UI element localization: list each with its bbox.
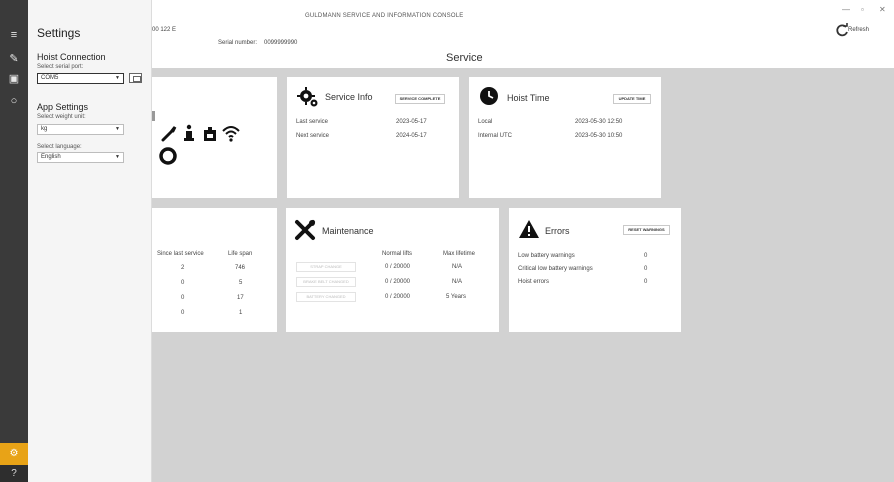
counter-life-3: 17 — [237, 295, 244, 301]
maintenance-lifts-3: 0 / 20000 — [385, 294, 411, 300]
info-icon[interactable] — [181, 124, 197, 142]
counter-life-4: 1 — [239, 310, 243, 316]
utc-time-value: 2023-05-30 10:50 — [575, 133, 623, 139]
minimize-button[interactable]: — — [842, 5, 850, 14]
counter-since-1: 2 — [181, 265, 185, 271]
refresh-icon[interactable] — [835, 23, 849, 37]
serial-port-label: Select serial port: — [37, 64, 84, 70]
clock-icon — [480, 87, 498, 105]
serial-number-value: 0099999990 — [264, 40, 298, 46]
hoist-tools-card — [152, 77, 277, 198]
nav-rail: ≡ ✎ ▣ ○ ⚙ ? — [0, 0, 28, 482]
battery-changed-button[interactable]: BATTERY CHANGED — [296, 292, 356, 302]
local-time-value: 2023-05-30 12:50 — [575, 119, 623, 125]
last-service-label: Last service — [296, 119, 329, 125]
wrench-icon[interactable] — [160, 124, 178, 142]
since-last-service-header: Since last service — [157, 251, 204, 257]
ring-icon[interactable] — [159, 147, 177, 165]
hamburger-icon[interactable]: ≡ — [0, 24, 28, 46]
counter-life-2: 5 — [239, 280, 243, 286]
maintenance-card: Maintenance Normal lifts Max lifetime ST… — [286, 208, 499, 332]
help-icon[interactable]: ? — [0, 465, 28, 482]
settings-gear-icon[interactable]: ⚙ — [0, 443, 28, 465]
language-label: Select language: — [37, 144, 82, 150]
service-info-title: Service Info — [325, 92, 373, 102]
reset-warnings-button[interactable]: RESET WARNINGS — [623, 225, 670, 235]
settings-panel: Settings Hoist Connection Select serial … — [28, 0, 152, 482]
serial-number-label: Serial number: — [218, 40, 258, 46]
life-span-header: Life span — [228, 251, 253, 257]
weight-unit-label: Select weight unit: — [37, 114, 86, 120]
normal-lifts-header: Normal lifts — [382, 251, 413, 257]
counter-since-4: 0 — [181, 310, 185, 316]
gears-icon — [297, 87, 318, 107]
window-title: GULDMANN SERVICE AND INFORMATION CONSOLE — [305, 13, 464, 19]
lift-counters-card: Since last service Life span 2 746 0 5 0… — [152, 208, 277, 332]
weight-unit-value: kg — [41, 126, 48, 132]
content-area: Service Info SERVICE COMPLETE Last servi… — [152, 68, 894, 482]
strap-change-button[interactable]: STRAP CHANGE — [296, 262, 356, 272]
counter-life-1: 746 — [235, 265, 246, 271]
tools-icon — [295, 220, 315, 240]
maximize-button[interactable]: ▫ — [861, 5, 864, 14]
low-battery-value: 0 — [644, 253, 648, 259]
counter-since-2: 0 — [181, 280, 185, 286]
circle-icon[interactable]: ○ — [0, 90, 28, 112]
chevron-down-icon: ▼ — [115, 75, 120, 81]
battery-hand-icon[interactable] — [201, 124, 219, 142]
local-time-label: Local — [478, 119, 493, 125]
maintenance-lifts-2: 0 / 20000 — [385, 279, 411, 285]
critical-battery-label: Critical low battery warnings — [518, 266, 593, 272]
errors-title: Errors — [545, 226, 570, 236]
wifi-icon[interactable] — [221, 124, 241, 142]
hoist-time-title: Hoist Time — [507, 93, 550, 103]
next-service-label: Next service — [296, 133, 330, 139]
chevron-down-icon: ▼ — [115, 126, 120, 132]
weight-unit-select[interactable]: kg ▼ — [37, 124, 124, 135]
errors-card: Errors RESET WARNINGS Low battery warnin… — [509, 208, 681, 332]
close-button[interactable]: ✕ — [879, 5, 886, 14]
language-select[interactable]: English ▼ — [37, 152, 124, 163]
page-title: Service — [446, 52, 483, 64]
hoist-errors-value: 0 — [644, 279, 648, 285]
pencil-icon[interactable]: ✎ — [0, 48, 28, 70]
language-value: English — [41, 154, 61, 160]
last-service-value: 2023-05-17 — [396, 119, 427, 125]
screen-icon[interactable]: ▣ — [0, 68, 28, 90]
refresh-button[interactable]: Refresh — [848, 27, 869, 33]
service-info-card: Service Info SERVICE COMPLETE Last servi… — [287, 77, 459, 198]
port-info-button[interactable] — [129, 73, 142, 83]
serial-port-value: COM5 — [41, 75, 59, 81]
max-lifetime-header: Max lifetime — [443, 251, 476, 257]
maintenance-max-3: 5 Years — [446, 294, 467, 300]
maintenance-max-2: N/A — [452, 279, 463, 285]
hoist-errors-label: Hoist errors — [518, 279, 550, 285]
next-service-value: 2024-05-17 — [396, 133, 427, 139]
warning-icon — [519, 220, 539, 238]
app-settings-heading: App Settings — [37, 102, 89, 112]
serial-port-select[interactable]: COM5 ▼ — [37, 73, 124, 84]
maintenance-max-1: N/A — [452, 264, 463, 270]
chevron-down-icon: ▼ — [115, 154, 120, 160]
settings-title: Settings — [37, 26, 81, 40]
device-id: 00 122 E — [152, 27, 177, 33]
counter-since-3: 0 — [181, 295, 185, 301]
maintenance-lifts-1: 0 / 20000 — [385, 264, 411, 270]
update-time-button[interactable]: UPDATE TIME — [613, 94, 651, 104]
utc-time-label: Internal UTC — [478, 133, 513, 139]
maintenance-title: Maintenance — [322, 226, 374, 236]
hoist-time-card: Hoist Time UPDATE TIME Local 2023-05-30 … — [469, 77, 661, 198]
scroll-indicator — [152, 111, 155, 121]
service-complete-button[interactable]: SERVICE COMPLETE — [395, 94, 445, 104]
critical-battery-value: 0 — [644, 266, 648, 272]
low-battery-label: Low battery warnings — [518, 253, 575, 259]
brake-belt-changed-button[interactable]: BRAKE BELT CHANGED — [296, 277, 356, 287]
hoist-connection-heading: Hoist Connection — [37, 52, 106, 62]
